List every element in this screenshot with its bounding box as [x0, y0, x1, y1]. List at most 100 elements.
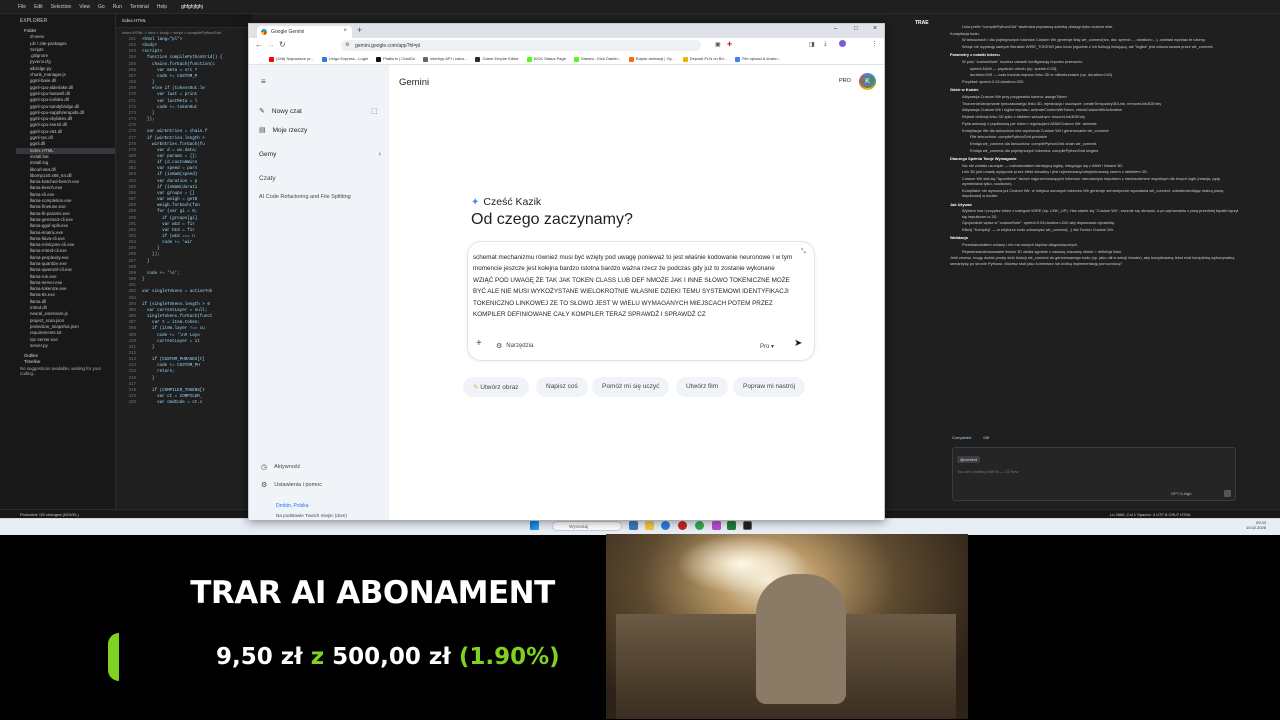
chat-line: Wciąż nie wypisuję samych literałów WIRE… — [962, 44, 1214, 50]
chat-input[interactable]: @context You are chatting with Bi — 33 N… — [952, 447, 1236, 501]
chat-model-select[interactable]: GPT-5-high — [1171, 491, 1191, 496]
tools-icon: ⚙ — [496, 343, 503, 350]
gems-item[interactable]: Gemy › — [259, 151, 381, 158]
diff-link[interactable]: Diff — [983, 435, 989, 440]
tools-button[interactable]: ⚙ Narzędzia — [496, 342, 533, 350]
bookmark-item[interactable]: (248) Najnowsze pr... — [269, 56, 314, 62]
chip-write[interactable]: Napisz coś — [536, 377, 588, 397]
site-info-icon[interactable]: ⚙ — [345, 42, 349, 48]
line-text: if (singleTokens.length > 0 — [142, 302, 210, 307]
forward-icon[interactable]: → — [267, 40, 275, 49]
browser-tab[interactable]: Google Gemini × — [257, 26, 352, 38]
menu-run[interactable]: Run — [113, 4, 122, 10]
bookmark-item[interactable]: interhyp API i calcu... — [423, 56, 467, 62]
bookmark-item[interactable]: Deposit PLN on Bri... — [682, 56, 727, 62]
bookmark-favicon-icon — [573, 56, 579, 62]
taskbar-search[interactable]: Wyszukaj — [552, 521, 622, 531]
app4-icon[interactable] — [743, 521, 752, 530]
chat-history-item[interactable]: AI Code Refactoring and File Splitting — [259, 194, 385, 200]
menu-terminal[interactable]: Terminal — [130, 4, 149, 10]
chip-mood[interactable]: Popraw mi nastrój — [733, 377, 806, 397]
line-text: var speed = pars — [142, 167, 198, 172]
temp-chat-icon[interactable]: ⬚ — [371, 107, 378, 115]
bookmark-favicon-icon — [735, 56, 741, 62]
minimize-icon[interactable]: – — [834, 26, 837, 32]
line-text: for (var gi = 0; — [142, 210, 198, 215]
start-button[interactable] — [530, 521, 539, 530]
line-text: if (wirEntries.length > — [142, 136, 205, 141]
maximize-icon[interactable]: □ — [854, 26, 858, 32]
line-text: code += '\n'; — [142, 271, 180, 276]
collapse-icon[interactable]: ⤡ — [801, 249, 806, 256]
new-tab-icon[interactable]: + — [357, 25, 362, 35]
chat-send-button[interactable] — [1224, 490, 1231, 497]
menu-go[interactable]: Go — [98, 4, 105, 10]
line-text: code += CUSTOM_PH — [142, 364, 200, 369]
bookmark-item[interactable]: File upload & sharin... — [735, 56, 781, 62]
line-text: } — [142, 259, 150, 264]
line-text: } — [142, 111, 155, 116]
app3-icon[interactable] — [727, 521, 736, 530]
browser-menu-icon[interactable]: ⋮ — [871, 40, 878, 48]
menu-file[interactable]: File — [18, 4, 26, 10]
edge-icon[interactable] — [661, 521, 670, 530]
editor-tab[interactable]: index.HTML — [116, 14, 252, 28]
menu-selection[interactable]: Selection — [51, 4, 72, 10]
add-attachment-icon[interactable]: + — [476, 338, 482, 349]
extension2-icon[interactable]: ✚ — [727, 41, 732, 48]
task-view-icon[interactable] — [629, 521, 638, 530]
extension-icon[interactable]: ▣ — [715, 41, 721, 48]
account-avatar[interactable]: K — [859, 73, 876, 90]
chat-section-heading: Gdzie w Kodzie — [950, 87, 979, 93]
app2-icon[interactable] — [712, 521, 721, 530]
chat-section-heading: Parametry z notatki tokenu — [950, 52, 1000, 58]
code-line: 320 var cmdCode = ct.c — [116, 400, 252, 406]
chat-line: W polu "customNote" możesz ustawić konfi… — [962, 59, 1083, 65]
chip-learn[interactable]: Pomóż mi się uczyć — [592, 377, 670, 397]
code-editor[interactable]: index.HTML index.HTML > html > body > sc… — [116, 14, 252, 509]
file-explorer-icon[interactable] — [645, 521, 654, 530]
chrome-icon[interactable] — [695, 521, 704, 530]
sidepanel-icon[interactable]: ◨ — [809, 41, 815, 48]
chat-line: Nic nie zostało usunięte — rozbudowałem … — [962, 162, 1124, 168]
send-icon[interactable]: ➤ — [794, 338, 802, 349]
menu-help[interactable]: Help — [157, 4, 167, 10]
bookmark-item[interactable]: KICK Status Page — [526, 56, 566, 62]
bookmark-item[interactable]: Stream - Kick Dashb... — [573, 56, 621, 62]
profile-avatar[interactable] — [839, 40, 846, 47]
new-chat-item[interactable]: ✎ Nowy czat — [259, 107, 302, 116]
back-icon[interactable]: ← — [255, 40, 263, 49]
chat-line: Aktywacja Custom Wir przy przypisaniu to… — [962, 94, 1067, 100]
chip-create-video[interactable]: Utwórz film — [676, 377, 729, 397]
settings-item[interactable]: ⚙ Ustawienia i pomoc — [261, 481, 322, 489]
activity-item[interactable]: ◷ Aktywność — [261, 463, 300, 471]
menu-view[interactable]: View — [79, 4, 90, 10]
bookmark-item[interactable]: Game Empire Editor — [475, 56, 519, 62]
window-close-icon[interactable]: × — [873, 25, 877, 32]
address-bar[interactable]: gemini.google.com/app?hl=pl — [341, 40, 701, 51]
tab-close-icon[interactable]: × — [343, 28, 347, 34]
model-selector[interactable]: Pro ▾ — [760, 343, 774, 350]
app-icon[interactable] — [678, 521, 687, 530]
download-icon[interactable]: ⤓ — [824, 41, 827, 48]
bookmark-favicon-icon — [269, 56, 274, 62]
my-items-item[interactable]: ▤ Moje rzeczy — [259, 126, 307, 135]
chat-line: Emisja wir_connect dla pojedynczych toke… — [970, 147, 1099, 153]
line-text: }); — [142, 253, 160, 258]
line-text: return; — [142, 370, 175, 375]
bookmark-favicon-icon — [628, 56, 634, 62]
line-text: currentLayer = it — [142, 339, 200, 344]
bookmark-item[interactable]: Unigo Express - Login — [321, 56, 368, 62]
menu-icon[interactable]: ≡ — [261, 77, 266, 86]
chip-create-image[interactable]: ✎ Utwórz obraz — [463, 377, 529, 397]
menu-edit[interactable]: Edit — [34, 4, 43, 10]
reload-icon[interactable]: ↻ — [279, 40, 286, 49]
location-label[interactable]: Drobin, Polska — [276, 503, 309, 509]
bookmark-item[interactable]: Platform | ChatGo — [376, 56, 415, 62]
editor-breadcrumb: index.HTML > html > body > script > comp… — [122, 30, 222, 35]
line-text: if (CUSTOM_PHRASES[t] — [142, 358, 205, 363]
context-tag[interactable]: @context — [957, 456, 980, 463]
file-item[interactable]: server.py — [16, 343, 115, 349]
bookmark-item[interactable]: Edytor animacji | Gy... — [628, 56, 675, 62]
prompt-text[interactable]: schemat mechanizmu również musi być wzię… — [473, 252, 793, 320]
